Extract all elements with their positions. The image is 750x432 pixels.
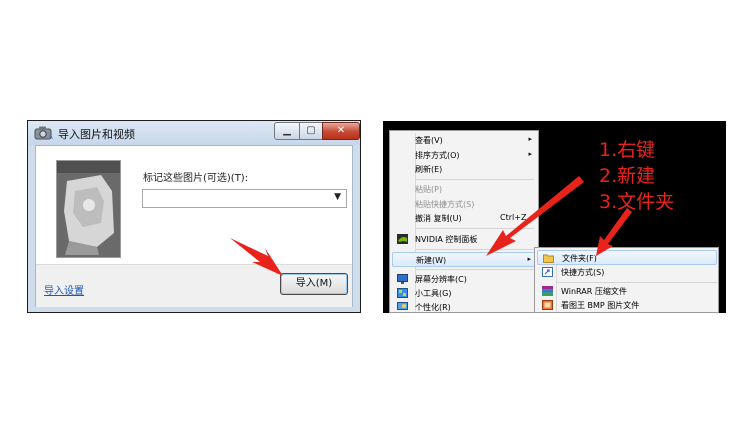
red-arrow-import [230, 238, 283, 276]
annotation-arrows [230, 176, 632, 276]
red-arrow-folder [596, 208, 632, 256]
red-arrow-new [486, 176, 584, 256]
